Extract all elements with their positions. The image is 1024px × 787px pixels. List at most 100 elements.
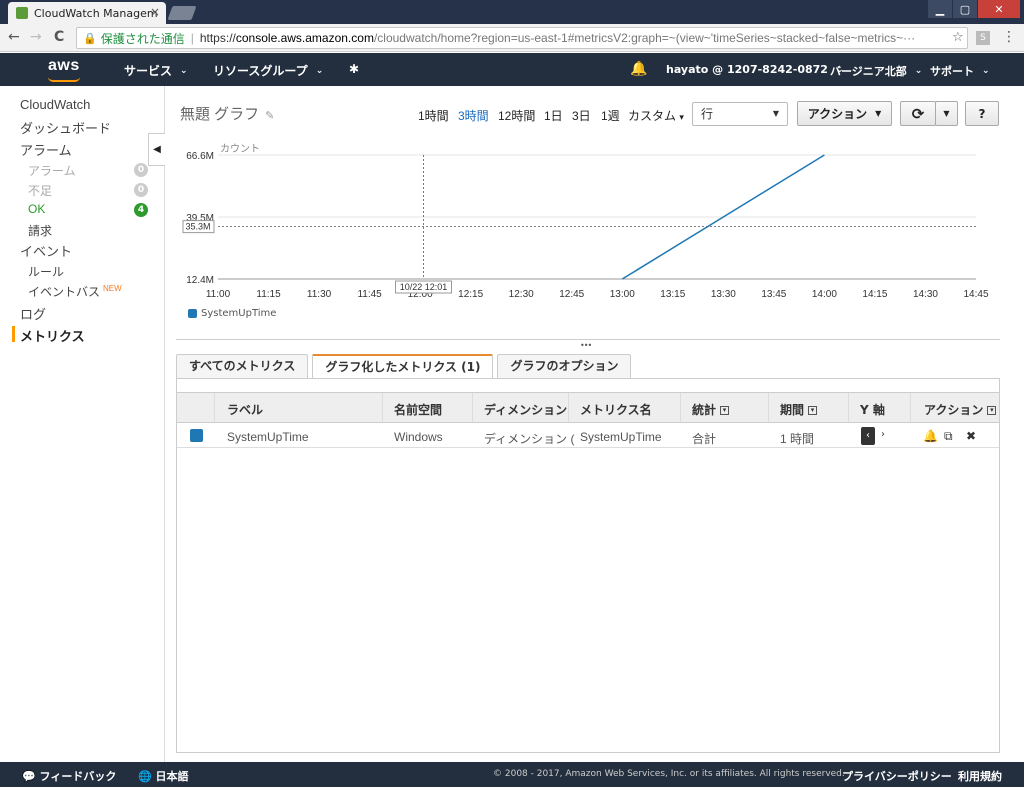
- tab-title: CloudWatch Managem: [34, 6, 158, 20]
- sidebar-item-alarm-state[interactable]: アラーム: [28, 162, 76, 179]
- notification-bell-icon[interactable]: 🔔: [630, 61, 647, 77]
- globe-icon: 🌐: [138, 770, 152, 783]
- language-link[interactable]: 🌐 日本語: [138, 768, 189, 784]
- range-3h[interactable]: 3時間: [458, 107, 489, 124]
- range-12h[interactable]: 12時間: [498, 107, 535, 124]
- tab-graph-options[interactable]: グラフのオプション: [497, 354, 632, 379]
- row-period[interactable]: 1 時間: [780, 430, 814, 447]
- metrics-line-chart[interactable]: カウント66.6M39.5M12.4M11:00 11:15 11:30 11:45 1…: [176, 140, 1006, 330]
- close-window-button[interactable]: ✕: [978, 0, 1020, 18]
- header-period[interactable]: 期間 ▾: [780, 401, 818, 418]
- y-axis-left-button[interactable]: ‹: [861, 427, 875, 445]
- chevron-down-icon: ⌄: [180, 65, 188, 76]
- language-label: 日本語: [155, 770, 189, 783]
- header-namespace[interactable]: 名前空間: [394, 401, 442, 418]
- pin-icon[interactable]: ✱: [349, 62, 359, 76]
- terms-link[interactable]: 利用規約: [958, 768, 1002, 784]
- region-menu[interactable]: バージニア北部 ⌄: [830, 63, 922, 79]
- refresh-button[interactable]: ⟳: [900, 101, 936, 126]
- bookmark-star-icon[interactable]: ☆: [952, 30, 964, 45]
- copyright-text: © 2008 - 2017, Amazon Web Services, Inc.…: [493, 769, 845, 779]
- header-label[interactable]: ラベル: [227, 401, 263, 418]
- browser-titlebar: CloudWatch Managem × ▁ ▢ ✕: [0, 0, 1024, 24]
- range-3d[interactable]: 3日: [572, 107, 591, 124]
- duplicate-icon[interactable]: ⧉: [944, 429, 953, 444]
- x-tick-label: 12:15: [458, 289, 483, 300]
- create-alarm-bell-icon[interactable]: 🔔: [923, 429, 938, 443]
- sidebar-item-cloudwatch[interactable]: CloudWatch: [20, 97, 90, 112]
- aws-logo-smile-icon: [48, 77, 80, 82]
- forward-arrow-icon[interactable]: →: [30, 29, 42, 45]
- support-menu[interactable]: サポート ⌄: [930, 63, 990, 79]
- privacy-link[interactable]: プライバシーポリシー: [842, 768, 952, 784]
- row-statistic[interactable]: 合計: [692, 430, 716, 447]
- resize-handle-icon[interactable]: •••: [580, 341, 592, 350]
- tab-all-metrics[interactable]: すべてのメトリクス: [176, 354, 309, 379]
- chevron-down-icon: ▼: [772, 109, 779, 118]
- sidebar-item-event-bus[interactable]: イベントバス NEW: [28, 283, 122, 300]
- aws-header: aws サービス ⌄ リソースグループ ⌄ ✱ 🔔 hayato @ 1207-…: [0, 53, 1024, 86]
- aws-footer: 💬 フィードバック 🌐 日本語 © 2008 - 2017, Amazon We…: [0, 762, 1024, 787]
- range-1w[interactable]: 1週: [601, 107, 620, 124]
- browser-menu-icon[interactable]: ⋮: [1002, 29, 1016, 45]
- header-dimensions[interactable]: ディメンション: [484, 401, 567, 418]
- sidebar-item-rules[interactable]: ルール: [28, 263, 64, 280]
- back-arrow-icon[interactable]: ←: [8, 29, 20, 45]
- account-menu[interactable]: hayato @ 1207-8242-0872 ⌄: [666, 63, 844, 76]
- x-tick-label: 11:45: [357, 289, 382, 300]
- row-label[interactable]: SystemUpTime: [227, 430, 309, 444]
- maximize-button[interactable]: ▢: [953, 0, 977, 18]
- x-tick-label: 11:00: [206, 289, 231, 300]
- tab-graphed-metrics[interactable]: グラフ化したメトリクス (1): [312, 354, 494, 380]
- view-type-select[interactable]: 行 ▼: [692, 102, 788, 126]
- sidebar-item-insufficient[interactable]: 不足: [28, 182, 52, 199]
- header-metric-name[interactable]: メトリクス名: [580, 401, 652, 418]
- feedback-link[interactable]: 💬 フィードバック: [22, 768, 116, 784]
- graph-title[interactable]: 無題 グラフ ✎: [180, 103, 274, 124]
- sidebar-item-ok[interactable]: OK: [28, 202, 45, 216]
- range-custom[interactable]: カスタム ▾: [628, 107, 684, 124]
- y-axis-right-button[interactable]: ›: [881, 429, 885, 440]
- insufficient-count-badge: 0: [134, 183, 148, 197]
- browser-tab[interactable]: CloudWatch Managem ×: [8, 2, 166, 24]
- resource-groups-menu[interactable]: リソースグループ ⌄: [213, 62, 323, 79]
- header-actions[interactable]: アクション ▾: [924, 401, 997, 418]
- actions-button[interactable]: アクション ▼: [797, 101, 892, 126]
- dropdown-icon[interactable]: ▾: [808, 406, 818, 415]
- x-tick-label: 11:30: [307, 289, 332, 300]
- url-input[interactable]: 🔒 保護された通信 | https:// console.aws.amazon.…: [76, 27, 968, 49]
- header-statistic[interactable]: 統計 ▾: [692, 401, 730, 418]
- header-y-axis[interactable]: Y 軸: [860, 401, 885, 418]
- sidebar-item-dashboard[interactable]: ダッシュボード: [20, 118, 111, 137]
- table-header: ラベル 名前空間 ディメンション メトリクス名 統計 ▾ 期間 ▾ Y 軸 アクショ…: [177, 392, 999, 423]
- range-1h[interactable]: 1時間: [418, 107, 449, 124]
- collapse-sidebar-button[interactable]: ◀: [148, 133, 165, 166]
- range-1d[interactable]: 1日: [544, 107, 563, 124]
- sidebar-item-alarms[interactable]: アラーム: [20, 140, 72, 159]
- tab-close-icon[interactable]: ×: [150, 5, 160, 19]
- refresh-interval-button[interactable]: ▼: [935, 101, 958, 126]
- new-tab-button[interactable]: [167, 6, 197, 20]
- help-button[interactable]: ?: [965, 101, 999, 126]
- dropdown-icon[interactable]: ▾: [987, 406, 997, 415]
- reload-icon[interactable]: C: [54, 29, 64, 45]
- series-color-swatch[interactable]: [190, 429, 203, 442]
- services-label: サービス: [124, 64, 173, 78]
- sidebar-item-logs[interactable]: ログ: [20, 304, 46, 323]
- remove-icon[interactable]: ✖: [966, 429, 976, 443]
- services-menu[interactable]: サービス ⌄: [124, 62, 188, 79]
- x-tick-label: 13:45: [761, 289, 786, 300]
- dropdown-icon[interactable]: ▾: [720, 406, 730, 415]
- aws-logo[interactable]: aws: [48, 57, 80, 75]
- sidebar-item-metrics[interactable]: メトリクス: [20, 326, 85, 345]
- ok-count-badge: 4: [134, 203, 148, 217]
- chevron-down-icon: ⌄: [315, 65, 324, 76]
- sidebar-item-billing[interactable]: 請求: [28, 222, 52, 239]
- sidebar-item-events[interactable]: イベント: [20, 241, 72, 260]
- extension-icon[interactable]: S: [976, 31, 990, 45]
- row-metric-name: SystemUpTime: [580, 430, 662, 444]
- minimize-button[interactable]: ▁: [928, 0, 952, 18]
- x-tick-label: 14:15: [862, 289, 887, 300]
- chart-legend[interactable]: SystemUpTime: [188, 308, 276, 319]
- pencil-icon[interactable]: ✎: [265, 110, 274, 122]
